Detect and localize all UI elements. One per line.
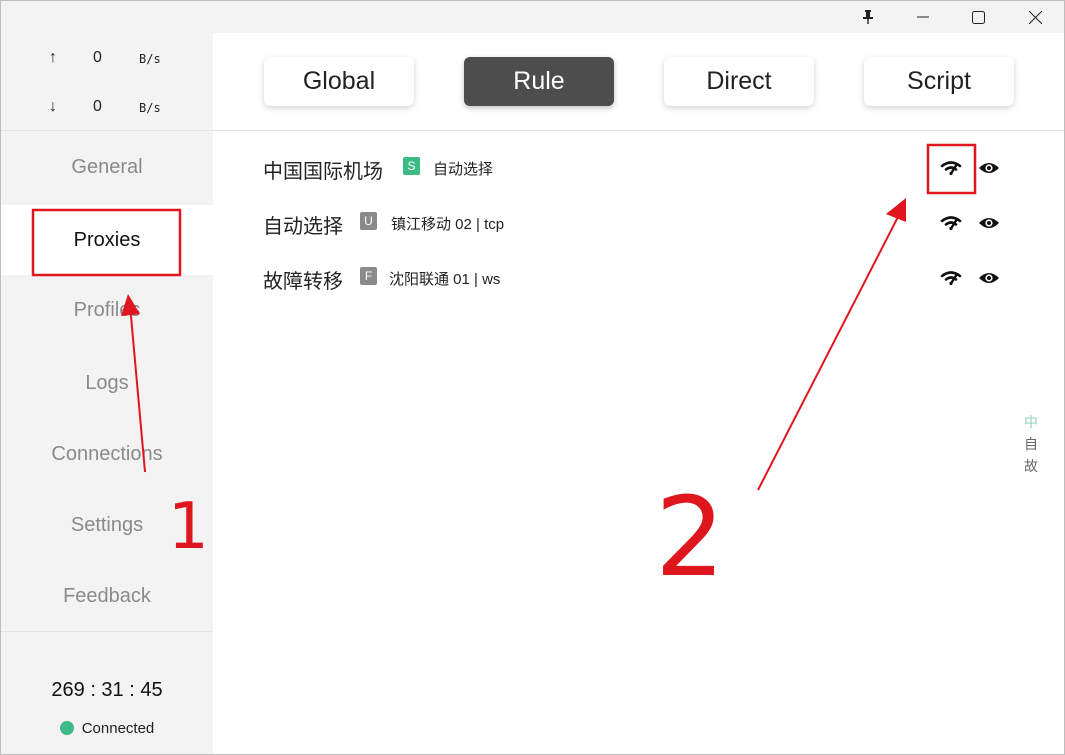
proxy-group-name: 中国国际机场 bbox=[263, 161, 383, 183]
connection-status: Connected bbox=[1, 720, 213, 737]
mode-rule-button[interactable]: Rule bbox=[464, 57, 614, 106]
sidebar-item-general[interactable]: General bbox=[1, 132, 213, 202]
status-dot-icon bbox=[59, 721, 74, 735]
upload-arrow-icon: ↑ bbox=[49, 49, 57, 66]
app-window: ↑ 0 B/s ↓ 0 B/s General Proxies Profiles… bbox=[0, 0, 1065, 755]
sidebar-item-label: General bbox=[71, 155, 143, 178]
sidebar-item-label: Proxies bbox=[73, 228, 141, 251]
sidebar-item-label: Feedback bbox=[63, 584, 151, 607]
download-arrow-icon: ↓ bbox=[49, 98, 57, 115]
mode-label: Script bbox=[907, 67, 971, 95]
proxy-group-current: 沈阳联通 01 | ws bbox=[389, 271, 501, 288]
sidebar-item-feedback[interactable]: Feedback bbox=[1, 561, 213, 631]
mode-label: Global bbox=[302, 67, 376, 95]
mode-global-button[interactable]: Global bbox=[264, 57, 414, 106]
sidebar-item-connections[interactable]: Connections bbox=[1, 419, 213, 489]
sidebar-item-label: Profiles bbox=[73, 298, 141, 321]
speed-test-icon[interactable] bbox=[938, 265, 964, 291]
proxy-group-name: 自动选择 bbox=[263, 216, 343, 238]
download-value: 0 bbox=[93, 98, 102, 115]
eye-icon[interactable] bbox=[976, 265, 1002, 291]
proxy-group-type-badge: S bbox=[403, 157, 420, 175]
index-item[interactable]: 故 bbox=[1023, 455, 1039, 477]
proxy-group-current: 镇江移动 02 | tcp bbox=[391, 216, 505, 233]
proxy-group-current: 自动选择 bbox=[433, 161, 494, 178]
minimize-icon[interactable] bbox=[900, 1, 946, 33]
eye-icon[interactable] bbox=[976, 210, 1002, 236]
index-item[interactable]: 中 bbox=[1023, 411, 1039, 433]
maximize-icon[interactable] bbox=[955, 1, 1001, 33]
proxy-group-type-badge: F bbox=[360, 267, 377, 285]
sidebar-item-label: Settings bbox=[70, 513, 144, 536]
sidebar-item-label: Connections bbox=[51, 442, 163, 465]
sidebar: ↑ 0 B/s ↓ 0 B/s General Proxies Profiles… bbox=[1, 33, 213, 754]
sidebar-item-profiles[interactable]: Profiles bbox=[1, 275, 213, 345]
main-content: Global Rule Direct Script 中国国际机场 S 自动选择 bbox=[213, 33, 1064, 754]
speed-test-icon[interactable] bbox=[938, 210, 964, 236]
mode-label: Rule bbox=[513, 67, 565, 95]
upload-value: 0 bbox=[93, 49, 102, 66]
download-unit: B/s bbox=[139, 101, 161, 115]
mode-direct-button[interactable]: Direct bbox=[664, 57, 814, 106]
proxy-group-type-badge: U bbox=[360, 212, 377, 230]
title-bar bbox=[1, 1, 1064, 33]
status-label: Connected bbox=[81, 720, 155, 737]
mode-script-button[interactable]: Script bbox=[864, 57, 1014, 106]
proxy-group-row[interactable]: 自动选择 U 镇江移动 02 | tcp bbox=[263, 204, 1023, 244]
traffic-panel: ↑ 0 B/s ↓ 0 B/s bbox=[1, 33, 213, 131]
close-icon[interactable] bbox=[1012, 1, 1058, 33]
sidebar-item-settings[interactable]: Settings bbox=[1, 490, 213, 560]
download-speed: ↓ 0 B/s bbox=[1, 96, 213, 120]
upload-speed: ↑ 0 B/s bbox=[1, 47, 213, 71]
uptime-timer: 269 : 31 : 45 bbox=[51, 679, 163, 701]
sidebar-item-label: Logs bbox=[85, 371, 129, 394]
sidebar-item-logs[interactable]: Logs bbox=[1, 348, 213, 418]
upload-unit: B/s bbox=[139, 52, 161, 66]
group-quick-index: 中 自 故 bbox=[1023, 411, 1039, 477]
eye-icon[interactable] bbox=[976, 155, 1002, 181]
mode-label: Direct bbox=[706, 67, 772, 95]
pin-icon[interactable] bbox=[845, 1, 891, 33]
sidebar-footer: 269 : 31 : 45 Connected bbox=[1, 631, 213, 754]
mode-switcher: Global Rule Direct Script bbox=[213, 33, 1064, 131]
proxy-group-name: 故障转移 bbox=[263, 271, 343, 293]
proxy-group-row[interactable]: 故障转移 F 沈阳联通 01 | ws bbox=[263, 259, 1023, 299]
speed-test-icon[interactable] bbox=[938, 155, 964, 181]
sidebar-item-proxies[interactable]: Proxies bbox=[1, 205, 213, 275]
index-item[interactable]: 自 bbox=[1023, 433, 1039, 455]
proxy-group-row[interactable]: 中国国际机场 S 自动选择 bbox=[263, 149, 1023, 189]
